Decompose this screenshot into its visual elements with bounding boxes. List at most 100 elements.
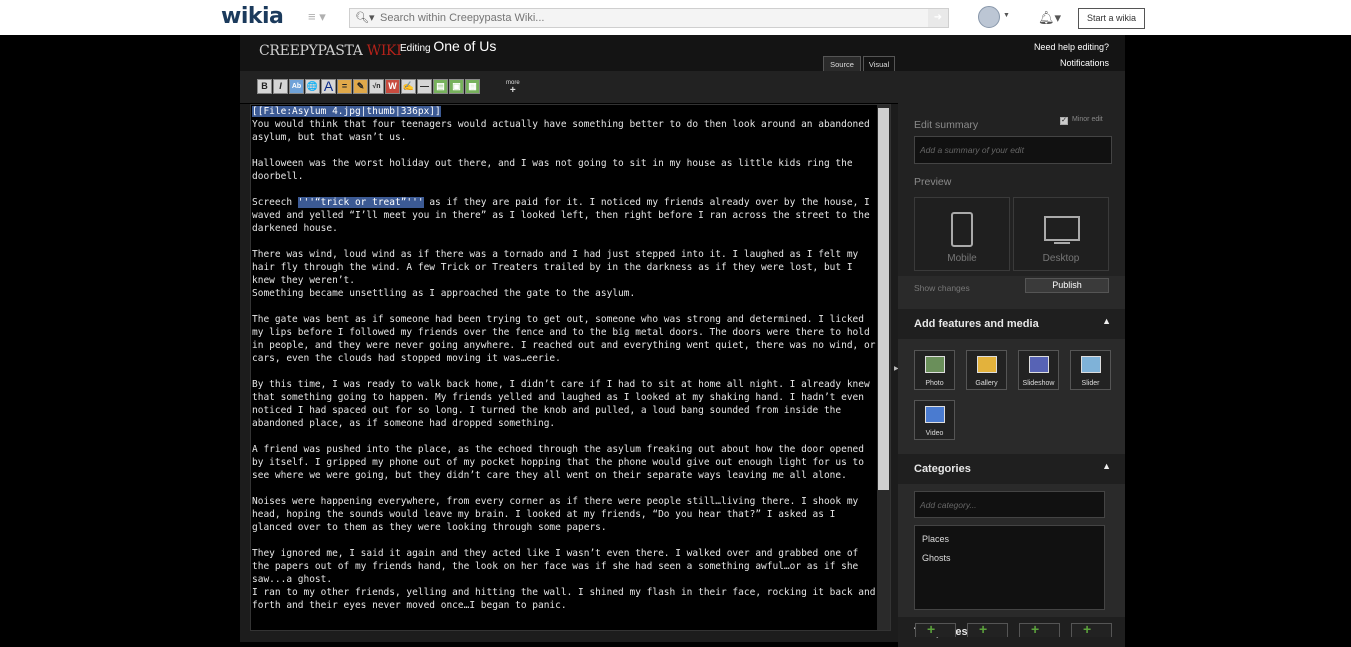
minor-edit-label: Minor edit: [1072, 116, 1103, 123]
help-link[interactable]: Need help editing?: [1034, 39, 1109, 55]
paragraph-text: They ignored me, I said it again and the…: [252, 548, 876, 611]
media-label: Gallery: [975, 380, 998, 387]
selected-text: '''“trick or treat”''': [297, 197, 424, 208]
paragraph-text: There was wind, loud wind as if there wa…: [252, 249, 859, 299]
plus-icon: +: [979, 621, 988, 637]
preview-desktop-button[interactable]: Desktop: [1013, 197, 1109, 271]
wordmark-part1: CREEPYPASTA: [259, 43, 367, 59]
signature-button[interactable]: ✍: [401, 79, 416, 94]
editor-paragraph: A friend was pushed into the place, as t…: [252, 443, 877, 482]
paragraph-text: Screech: [252, 197, 298, 208]
menu-icon[interactable]: ≡ ▾: [308, 9, 326, 25]
editor-paragraph: Halloween was the worst holiday out ther…: [252, 157, 877, 183]
page-title: One of Us: [433, 38, 497, 54]
video-icon: [925, 406, 945, 423]
categories-header[interactable]: Categories ▲: [898, 454, 1125, 484]
wordmark-part2: WIKI: [366, 43, 402, 59]
category-list: Places Ghosts: [914, 525, 1105, 610]
collapse-icon[interactable]: ▲: [1102, 316, 1111, 326]
editor-paragraph: By this time, I was ready to walk back h…: [252, 378, 877, 430]
editor-paragraph: They ignored me, I said it again and the…: [252, 547, 877, 612]
nowiki-button[interactable]: W: [385, 79, 400, 94]
chevron-down-icon[interactable]: ▼: [1003, 12, 1010, 19]
editor-paragraph: Screech '''“trick or treat”''' as if the…: [252, 196, 877, 235]
media-label: Slideshow: [1022, 380, 1055, 387]
scrollbar-thumb[interactable]: [878, 108, 889, 490]
paragraph-text: You would think that four teenagers woul…: [252, 119, 870, 143]
slider-icon: [1081, 356, 1101, 373]
monitor-stand: [1054, 242, 1070, 244]
editor-toolbar: B I Ab 🌐 A = ✎ √n W ✍ — ▤ ▣ ▦: [257, 79, 480, 94]
category-item[interactable]: Places: [922, 534, 949, 544]
checkmark-icon[interactable]: ✓: [1060, 117, 1068, 125]
selected-text: [[File:Asylum 4.jpg|thumb|336px]]: [252, 106, 441, 117]
gallery-button[interactable]: ▣: [449, 79, 464, 94]
add-video-button[interactable]: Video: [914, 400, 955, 440]
wiki-wordmark[interactable]: CREEPYPASTA WIKI: [259, 43, 402, 59]
add-slideshow-button[interactable]: Slideshow: [1018, 350, 1059, 390]
category-item[interactable]: Ghosts: [922, 553, 951, 563]
edit-summary-input[interactable]: Add a summary of your edit: [914, 136, 1112, 164]
horizontal-line-button[interactable]: —: [417, 79, 432, 94]
editor-paragraph: Noises were happening everywhere, from e…: [252, 495, 877, 534]
template-add-button[interactable]: +: [967, 621, 1008, 637]
wikia-logo[interactable]: wikia: [221, 4, 284, 29]
paragraph-text: A friend was pushed into the place, as t…: [252, 444, 870, 481]
media-label: Slider: [1081, 380, 1100, 387]
tab-source[interactable]: Source: [823, 56, 861, 71]
paragraph-text: By this time, I was ready to walk back h…: [252, 379, 876, 429]
add-category-input[interactable]: Add category...: [914, 491, 1105, 518]
template-button[interactable]: ▤: [433, 79, 448, 94]
media-button[interactable]: ✎: [353, 79, 368, 94]
heading-button[interactable]: A: [321, 79, 336, 94]
template-add-button[interactable]: +: [1071, 621, 1112, 637]
minor-edit-checkbox[interactable]: ✓ Minor edit: [1060, 116, 1103, 125]
add-gallery-button[interactable]: Gallery: [966, 350, 1007, 390]
plus-icon: +: [927, 621, 936, 637]
editing-heading: Editing One of Us: [400, 38, 496, 54]
user-avatar[interactable]: [978, 6, 1000, 28]
internal-link-button[interactable]: Ab: [289, 79, 304, 94]
template-add-button[interactable]: +: [1019, 621, 1060, 637]
plus-icon: +: [509, 85, 516, 96]
table-button[interactable]: ▦: [465, 79, 480, 94]
add-photo-button[interactable]: Photo: [914, 350, 955, 390]
help-links: Need help editing? Notifications: [1034, 39, 1109, 71]
editing-label: Editing: [400, 43, 431, 54]
bold-button[interactable]: B: [257, 79, 272, 94]
math-button[interactable]: √n: [369, 79, 384, 94]
editor-paragraph: The gate was bent as if someone had been…: [252, 313, 877, 365]
start-wiki-button[interactable]: Start a wikia: [1078, 8, 1145, 29]
editor-scrollbar[interactable]: [877, 105, 890, 630]
show-changes-link[interactable]: Show changes: [914, 283, 970, 293]
edit-summary-label: Edit summary: [914, 119, 979, 131]
search-box: 🔍︎▾ ➜: [349, 8, 949, 28]
paragraph-text: Noises were happening everywhere, from e…: [252, 496, 864, 533]
source-editor[interactable]: [[File:Asylum 4.jpg|thumb|336px]] You wo…: [250, 104, 891, 631]
template-add-button[interactable]: +: [915, 621, 956, 637]
editor-paragraph: [[File:Asylum 4.jpg|thumb|336px]] You wo…: [252, 105, 877, 144]
search-icon[interactable]: 🔍︎▾: [355, 11, 375, 24]
tab-visual[interactable]: Visual: [863, 56, 895, 71]
bell-icon[interactable]: 🔔︎▾: [1038, 10, 1061, 26]
image-button[interactable]: =: [337, 79, 352, 94]
photo-icon: [925, 356, 945, 373]
italic-button[interactable]: I: [273, 79, 288, 94]
phone-icon: [951, 212, 973, 247]
search-submit-button[interactable]: ➜: [928, 9, 948, 27]
editor-page: CREEPYPASTA WIKI Editing One of Us Need …: [240, 35, 1125, 647]
source-textarea[interactable]: [[File:Asylum 4.jpg|thumb|336px]] You wo…: [251, 105, 877, 630]
preview-desktop-label: Desktop: [1042, 253, 1080, 264]
publish-button[interactable]: Publish: [1025, 278, 1109, 293]
media-label: Video: [925, 430, 944, 437]
more-button[interactable]: more +: [506, 80, 520, 96]
preview-mobile-label: Mobile: [947, 253, 977, 264]
media-label: Photo: [925, 380, 944, 387]
collapse-icon[interactable]: ▲: [1102, 461, 1111, 471]
features-header[interactable]: Add features and media ▲: [898, 309, 1125, 339]
preview-mobile-button[interactable]: Mobile: [914, 197, 1010, 271]
search-input[interactable]: [380, 9, 920, 27]
notifications-link[interactable]: Notifications: [1034, 55, 1109, 71]
external-link-button[interactable]: 🌐: [305, 79, 320, 94]
add-slider-button[interactable]: Slider: [1070, 350, 1111, 390]
